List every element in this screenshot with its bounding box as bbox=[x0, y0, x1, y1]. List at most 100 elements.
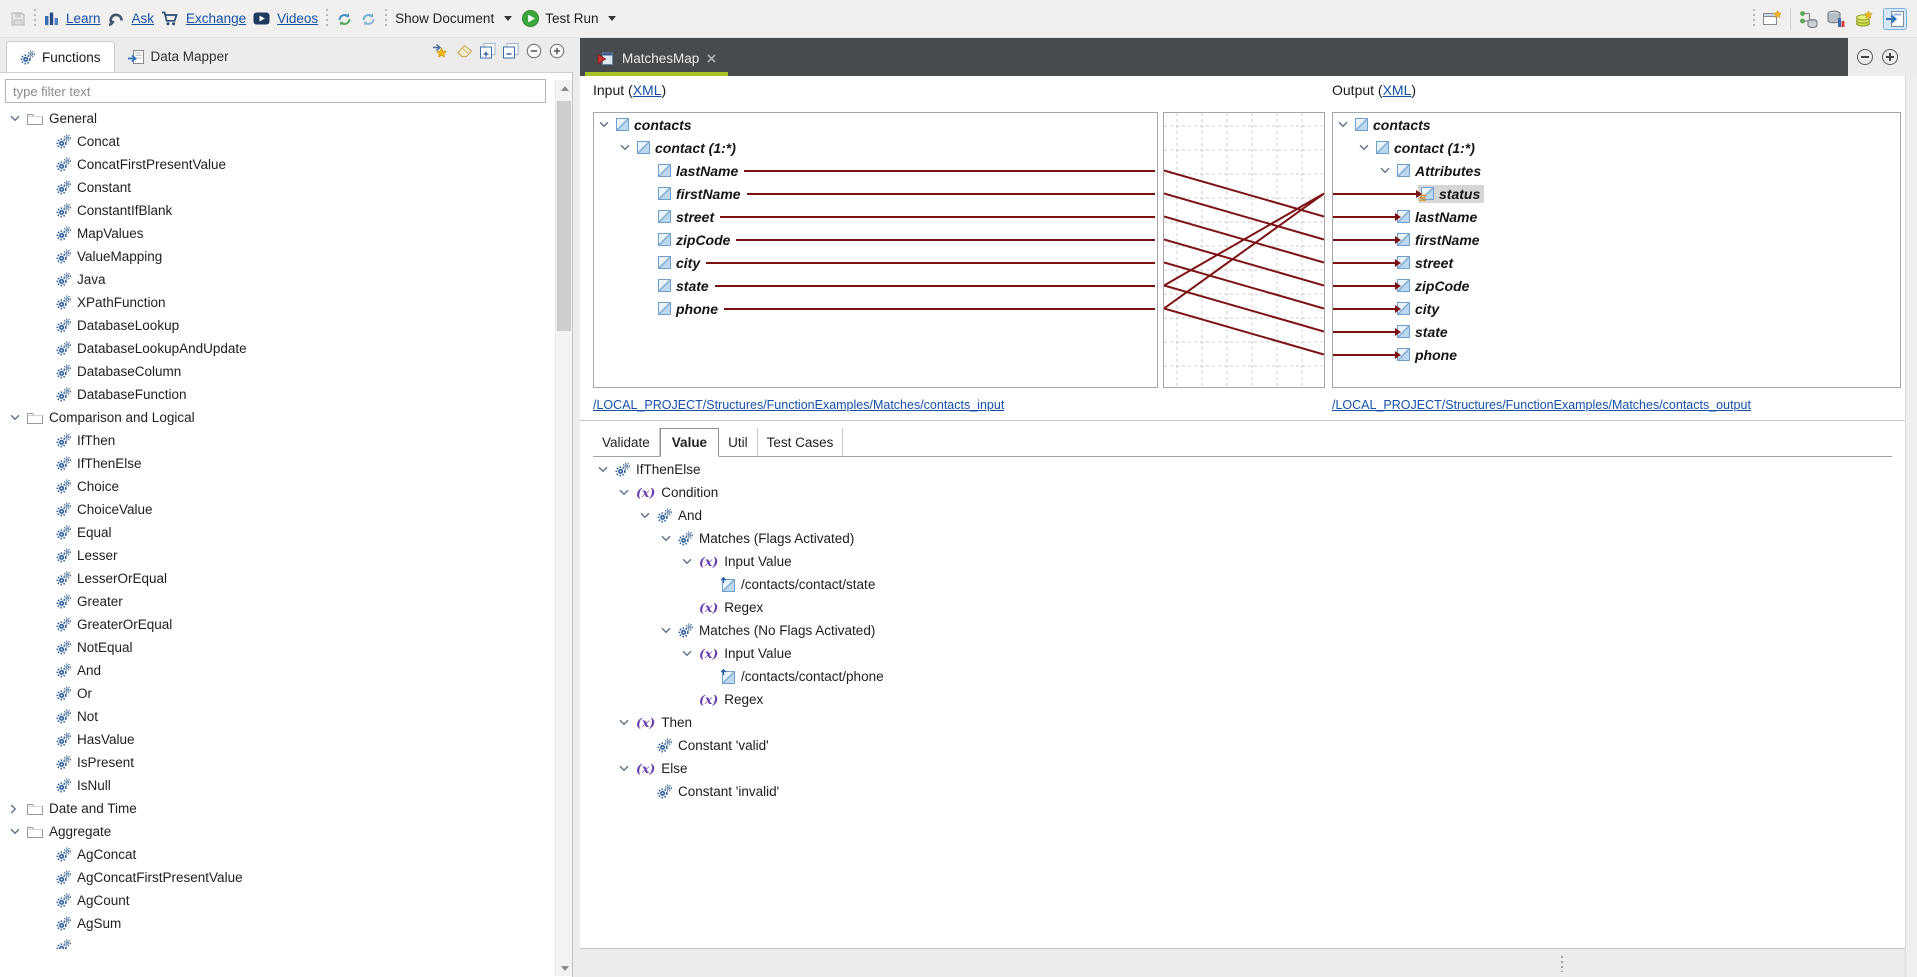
chevron-down-icon[interactable] bbox=[599, 121, 609, 128]
editor-tab-matchesmap[interactable]: MatchesMap bbox=[585, 41, 728, 76]
tab-util[interactable]: Util bbox=[719, 428, 758, 456]
chevron-down-icon[interactable] bbox=[619, 765, 629, 772]
tab-value[interactable]: Value bbox=[660, 428, 719, 457]
chevron-down-icon[interactable] bbox=[682, 650, 692, 657]
function-row[interactable]: And bbox=[0, 659, 554, 682]
function-row[interactable]: HasValue bbox=[0, 728, 554, 751]
function-row[interactable]: ConstantIfBlank bbox=[0, 199, 554, 222]
input-node-row[interactable]: contacts bbox=[594, 113, 1157, 136]
tab-validate[interactable]: Validate bbox=[593, 428, 660, 456]
function-category-row[interactable]: Comparison and Logical bbox=[0, 406, 554, 429]
mapping-line[interactable] bbox=[1164, 194, 1324, 309]
minimize-icon[interactable] bbox=[1857, 49, 1873, 65]
test-run-button[interactable]: Test Run bbox=[522, 10, 616, 27]
mapping-line[interactable] bbox=[1164, 309, 1324, 355]
maximize-icon[interactable] bbox=[1882, 49, 1898, 65]
chevron-down-icon[interactable] bbox=[661, 627, 671, 634]
function-row[interactable]: Not bbox=[0, 705, 554, 728]
mapping-line[interactable] bbox=[1164, 194, 1324, 240]
scrollbar[interactable] bbox=[555, 80, 572, 976]
link-with-editor-icon[interactable] bbox=[432, 43, 449, 59]
value-tree-row[interactable]: (x)Regex bbox=[580, 688, 1901, 711]
tab-test-cases[interactable]: Test Cases bbox=[758, 428, 844, 456]
chevron-right-icon[interactable] bbox=[10, 804, 17, 814]
show-document-dropdown[interactable]: Show Document bbox=[395, 11, 512, 26]
function-row[interactable]: XPathFunction bbox=[0, 291, 554, 314]
resources-perspective-icon[interactable] bbox=[1855, 10, 1874, 28]
output-node-row[interactable]: contact (1:*) bbox=[1333, 136, 1900, 159]
mapping-perspective-icon[interactable] bbox=[1883, 8, 1907, 30]
function-row[interactable]: Equal bbox=[0, 521, 554, 544]
function-row[interactable]: NotEqual bbox=[0, 636, 554, 659]
value-tree-row[interactable]: (x)Input Value bbox=[580, 642, 1901, 665]
chevron-down-icon[interactable] bbox=[1359, 144, 1369, 151]
output-node-row[interactable]: firstName bbox=[1333, 228, 1900, 251]
function-category-row[interactable]: Date and Time bbox=[0, 797, 554, 820]
input-node-row[interactable]: phone bbox=[594, 297, 1157, 320]
function-row[interactable]: ConcatFirstPresentValue bbox=[0, 153, 554, 176]
function-row[interactable]: DatabaseLookupAndUpdate bbox=[0, 337, 554, 360]
function-row[interactable]: MapValues bbox=[0, 222, 554, 245]
value-tree-row[interactable]: Matches (Flags Activated) bbox=[580, 527, 1901, 550]
input-node-row[interactable]: contact (1:*) bbox=[594, 136, 1157, 159]
learn-link[interactable]: Learn bbox=[66, 11, 101, 26]
function-row[interactable]: Java bbox=[0, 268, 554, 291]
function-row[interactable]: Or bbox=[0, 682, 554, 705]
chevron-down-icon[interactable] bbox=[619, 719, 629, 726]
mapping-line[interactable] bbox=[1164, 263, 1324, 309]
function-row[interactable]: AgSum bbox=[0, 912, 554, 935]
function-row[interactable]: DatabaseColumn bbox=[0, 360, 554, 383]
chevron-down-icon[interactable] bbox=[661, 535, 671, 542]
input-node-row[interactable]: state bbox=[594, 274, 1157, 297]
output-node-row[interactable]: lastName bbox=[1333, 205, 1900, 228]
output-node-row[interactable]: street bbox=[1333, 251, 1900, 274]
function-row[interactable]: Choice bbox=[0, 475, 554, 498]
function-row[interactable]: DatabaseFunction bbox=[0, 383, 554, 406]
input-node-row[interactable]: firstName bbox=[594, 182, 1157, 205]
function-row[interactable]: Constant bbox=[0, 176, 554, 199]
function-row[interactable]: LesserOrEqual bbox=[0, 567, 554, 590]
value-tree-row[interactable]: Constant 'invalid' bbox=[580, 780, 1901, 803]
database-debug-perspective-icon[interactable] bbox=[1827, 10, 1846, 28]
value-tree-row[interactable]: IfThenElse bbox=[580, 458, 1901, 481]
value-tree-row[interactable]: (x)Input Value bbox=[580, 550, 1901, 573]
function-row[interactable]: AgConcatFirstPresentValue bbox=[0, 866, 554, 889]
scroll-up-icon[interactable] bbox=[556, 80, 573, 96]
filter-input[interactable] bbox=[5, 79, 546, 103]
input-node-row[interactable]: city bbox=[594, 251, 1157, 274]
function-row[interactable]: IfThen bbox=[0, 429, 554, 452]
clear-icon[interactable] bbox=[456, 44, 473, 58]
output-node-row[interactable]: zipCode bbox=[1333, 274, 1900, 297]
value-tree-row[interactable]: (x)Condition bbox=[580, 481, 1901, 504]
function-row[interactable]: GreaterOrEqual bbox=[0, 613, 554, 636]
input-node-row[interactable]: zipCode bbox=[594, 228, 1157, 251]
value-tree-row[interactable]: /contacts/contact/phone bbox=[580, 665, 1901, 688]
scrollbar-thumb[interactable] bbox=[557, 101, 571, 331]
output-node-row[interactable]: phone bbox=[1333, 343, 1900, 366]
function-row[interactable]: Concat bbox=[0, 130, 554, 153]
function-category-row[interactable]: Aggregate bbox=[0, 820, 554, 843]
exchange-link[interactable]: Exchange bbox=[186, 11, 246, 26]
data-explorer-perspective-icon[interactable] bbox=[1799, 10, 1818, 28]
value-tree-row[interactable]: (x)Else bbox=[580, 757, 1901, 780]
chevron-down-icon[interactable] bbox=[10, 414, 20, 421]
input-node-row[interactable]: lastName bbox=[594, 159, 1157, 182]
ask-link[interactable]: Ask bbox=[132, 11, 155, 26]
function-row[interactable]: Greater bbox=[0, 590, 554, 613]
function-row[interactable]: IsPresent bbox=[0, 751, 554, 774]
sash-handle[interactable] bbox=[1561, 956, 1563, 972]
sync-all-icon[interactable] bbox=[360, 11, 377, 27]
expand-all-icon[interactable] bbox=[480, 43, 496, 59]
collapse-all-icon[interactable] bbox=[503, 43, 519, 59]
function-row[interactable]: IfThenElse bbox=[0, 452, 554, 475]
zoom-in-icon[interactable] bbox=[549, 43, 565, 59]
value-tree-row[interactable]: Constant 'valid' bbox=[580, 734, 1901, 757]
function-row[interactable]: ValueMapping bbox=[0, 245, 554, 268]
chevron-down-icon[interactable] bbox=[598, 466, 608, 473]
tab-data-mapper[interactable]: Data Mapper bbox=[115, 41, 242, 72]
editor-scrollbar[interactable] bbox=[1905, 76, 1917, 977]
chevron-down-icon[interactable] bbox=[1380, 167, 1390, 174]
input-structure-link[interactable]: /LOCAL_PROJECT/Structures/FunctionExampl… bbox=[593, 398, 1004, 412]
output-node-row[interactable]: state bbox=[1333, 320, 1900, 343]
function-category-row[interactable]: General bbox=[0, 107, 554, 130]
